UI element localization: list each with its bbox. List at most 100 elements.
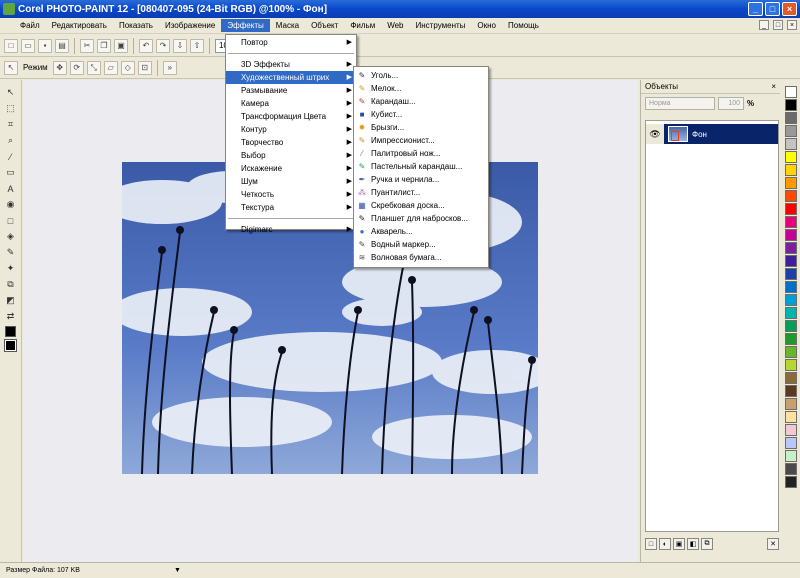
effect-tool-icon[interactable]: ✦: [4, 262, 18, 275]
art-stroke-item-11[interactable]: ✎ Планшет для набросков...: [354, 212, 488, 225]
effects-menu-item-creative[interactable]: Творчество ▶: [226, 136, 356, 149]
crop-tool-icon[interactable]: ⌗: [4, 118, 18, 131]
layer-row[interactable]: 👁 Фон: [646, 124, 778, 144]
paste-icon[interactable]: ▣: [114, 38, 128, 53]
paint-tool-icon[interactable]: ✎: [4, 246, 18, 259]
perspective-icon[interactable]: ⊡: [137, 60, 152, 75]
fill-tool-icon[interactable]: ◈: [4, 230, 18, 243]
palette-swatch[interactable]: [785, 281, 797, 293]
palette-swatch[interactable]: [785, 398, 797, 410]
effects-menu-item-camera[interactable]: Камера ▶: [226, 97, 356, 110]
delete-object-icon[interactable]: ✕: [767, 538, 779, 550]
effects-menu-item-noise[interactable]: Шум ▶: [226, 175, 356, 188]
palette-swatch[interactable]: [785, 86, 797, 98]
redo-icon[interactable]: ↷: [156, 38, 170, 53]
combine-icon[interactable]: ⧉: [701, 538, 713, 550]
skew-icon[interactable]: ▱: [103, 60, 118, 75]
close-button[interactable]: ×: [782, 2, 797, 16]
palette-swatch[interactable]: [785, 164, 797, 176]
menu-help[interactable]: Помощь: [502, 19, 545, 32]
menu-web[interactable]: Web: [381, 19, 409, 32]
foreground-color-swatch[interactable]: [5, 326, 16, 337]
effects-menu-item-blur[interactable]: Размывание ▶: [226, 84, 356, 97]
doc-restore-button[interactable]: □: [773, 20, 783, 30]
effects-menu-item-art-strokes[interactable]: Художественный штрих ▶: [226, 71, 356, 84]
copy-icon[interactable]: ❐: [97, 38, 111, 53]
menu-mask[interactable]: Маска: [270, 19, 305, 32]
rotate-icon[interactable]: ⟳: [69, 60, 84, 75]
maximize-button[interactable]: □: [765, 2, 780, 16]
art-stroke-item-0[interactable]: ✎ Уголь...: [354, 69, 488, 82]
palette-swatch[interactable]: [785, 450, 797, 462]
effects-menu-item-distort[interactable]: Искажение ▶: [226, 162, 356, 175]
art-stroke-item-12[interactable]: ● Акварель...: [354, 225, 488, 238]
art-stroke-item-3[interactable]: ■ Кубист...: [354, 108, 488, 121]
menu-image[interactable]: Изображение: [159, 19, 221, 32]
palette-swatch[interactable]: [785, 203, 797, 215]
art-stroke-item-9[interactable]: ⁂ Пуантилист...: [354, 186, 488, 199]
red-eye-tool-icon[interactable]: ◉: [4, 198, 18, 211]
visibility-eye-icon[interactable]: 👁: [646, 124, 664, 144]
palette-swatch[interactable]: [785, 320, 797, 332]
palette-swatch[interactable]: [785, 463, 797, 475]
palette-swatch[interactable]: [785, 99, 797, 111]
palette-swatch[interactable]: [785, 385, 797, 397]
effects-menu-item-3d[interactable]: 3D Эффекты ▶: [226, 58, 356, 71]
blend-mode-select[interactable]: Норма: [645, 96, 715, 110]
mask-tool-icon[interactable]: ⬚: [4, 102, 18, 115]
effects-menu-item-sharpen[interactable]: Четкость ▶: [226, 188, 356, 201]
palette-swatch[interactable]: [785, 333, 797, 345]
doc-minimize-button[interactable]: _: [759, 20, 769, 30]
palette-swatch[interactable]: [785, 255, 797, 267]
effects-menu-item-contour[interactable]: Контур ▶: [226, 123, 356, 136]
new-file-icon[interactable]: □: [4, 38, 18, 53]
open-file-icon[interactable]: ▭: [21, 38, 35, 53]
art-stroke-item-4[interactable]: ✹ Брызги...: [354, 121, 488, 134]
menu-file[interactable]: Файл: [14, 19, 46, 32]
palette-swatch[interactable]: [785, 112, 797, 124]
palette-swatch[interactable]: [785, 411, 797, 423]
art-stroke-item-2[interactable]: ✎ Карандаш...: [354, 95, 488, 108]
menu-window[interactable]: Окно: [471, 19, 502, 32]
menu-view[interactable]: Показать: [113, 19, 159, 32]
eraser-tool-icon[interactable]: ▭: [4, 166, 18, 179]
palette-swatch[interactable]: [785, 216, 797, 228]
docker-close-icon[interactable]: ×: [771, 82, 776, 91]
art-stroke-item-13[interactable]: ✎ Водный маркер...: [354, 238, 488, 251]
art-stroke-item-10[interactable]: ▦ Скребковая доска...: [354, 199, 488, 212]
palette-swatch[interactable]: [785, 125, 797, 137]
new-lens-icon[interactable]: ◐: [659, 538, 671, 550]
scale-icon[interactable]: ⤡: [86, 60, 101, 75]
art-stroke-item-6[interactable]: ⁄ Палитровый нож...: [354, 147, 488, 160]
new-object-icon[interactable]: □: [645, 538, 657, 550]
create-mask-icon[interactable]: ▣: [673, 538, 685, 550]
doc-close-button[interactable]: ×: [787, 20, 797, 30]
art-stroke-item-1[interactable]: ✎ Мелок...: [354, 82, 488, 95]
palette-swatch[interactable]: [785, 242, 797, 254]
clone-tool-icon[interactable]: ⧉: [4, 278, 18, 291]
print-icon[interactable]: ▤: [55, 38, 69, 53]
effects-menu-item-texture[interactable]: Текстура ▶: [226, 201, 356, 214]
menu-effects[interactable]: Эффекты: [221, 19, 270, 32]
clip-mask-icon[interactable]: ◧: [687, 538, 699, 550]
palette-swatch[interactable]: [785, 424, 797, 436]
text-tool-icon[interactable]: A: [4, 182, 18, 195]
menu-movie[interactable]: Фильм: [344, 19, 381, 32]
background-color-swatch[interactable]: [4, 339, 17, 352]
shape-tool-icon[interactable]: □: [4, 214, 18, 227]
palette-swatch[interactable]: [785, 294, 797, 306]
export-icon[interactable]: ⇧: [190, 38, 204, 53]
palette-swatch[interactable]: [785, 359, 797, 371]
undo-icon[interactable]: ↶: [139, 38, 153, 53]
palette-swatch[interactable]: [785, 476, 797, 488]
palette-swatch[interactable]: [785, 151, 797, 163]
palette-swatch[interactable]: [785, 268, 797, 280]
menu-tools[interactable]: Инструменты: [410, 19, 472, 32]
import-icon[interactable]: ⇩: [173, 38, 187, 53]
effects-menu-item-digimarc[interactable]: Digimarc ▶: [226, 223, 356, 236]
transparency-tool-icon[interactable]: ◩: [4, 294, 18, 307]
opacity-input[interactable]: 100: [718, 96, 744, 110]
art-stroke-item-5[interactable]: ✎ Импрессионист...: [354, 134, 488, 147]
effects-menu-item-custom[interactable]: Выбор ▶: [226, 149, 356, 162]
art-stroke-item-7[interactable]: ✎ Пастельный карандаш...: [354, 160, 488, 173]
